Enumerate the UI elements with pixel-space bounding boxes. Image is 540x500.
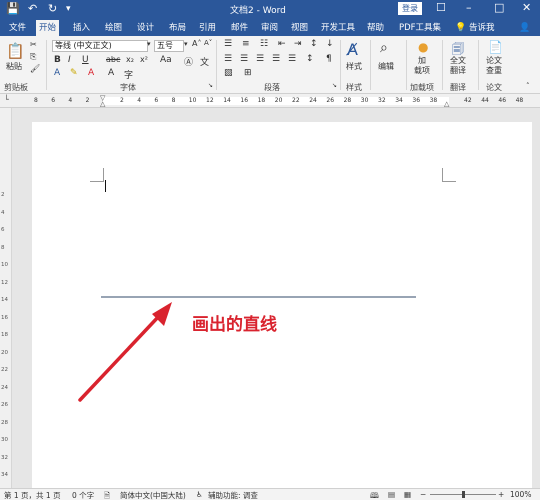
annotation-arrow-shaft [78, 313, 162, 402]
web-layout-icon[interactable]: ▦ [404, 490, 411, 499]
language-status[interactable]: 简体中文(中国大陆) [120, 490, 186, 500]
zoom-level[interactable]: 100% [510, 490, 531, 499]
annotation-text: 画出的直线 [192, 315, 277, 335]
zoom-in-icon[interactable]: + [498, 490, 504, 499]
proofing-icon[interactable]: 🗎 [104, 490, 110, 500]
drawing-overlay [78, 296, 416, 402]
status-bar: 第 1 页，共 1 页 0 个字 🗎 简体中文(中国大陆) ♿ 辅助功能: 调查… [0, 488, 540, 500]
word-count[interactable]: 0 个字 [72, 490, 94, 500]
read-mode-icon[interactable]: 🕮 [370, 490, 379, 500]
zoom-slider-thumb[interactable] [461, 491, 465, 498]
page-count[interactable]: 第 1 页，共 1 页 [4, 490, 61, 500]
zoom-out-icon[interactable]: − [420, 490, 426, 499]
accessibility-status[interactable]: 辅助功能: 调查 [208, 490, 258, 500]
print-layout-icon[interactable]: ▤ [388, 490, 395, 499]
accessibility-icon[interactable]: ♿ [196, 490, 203, 499]
